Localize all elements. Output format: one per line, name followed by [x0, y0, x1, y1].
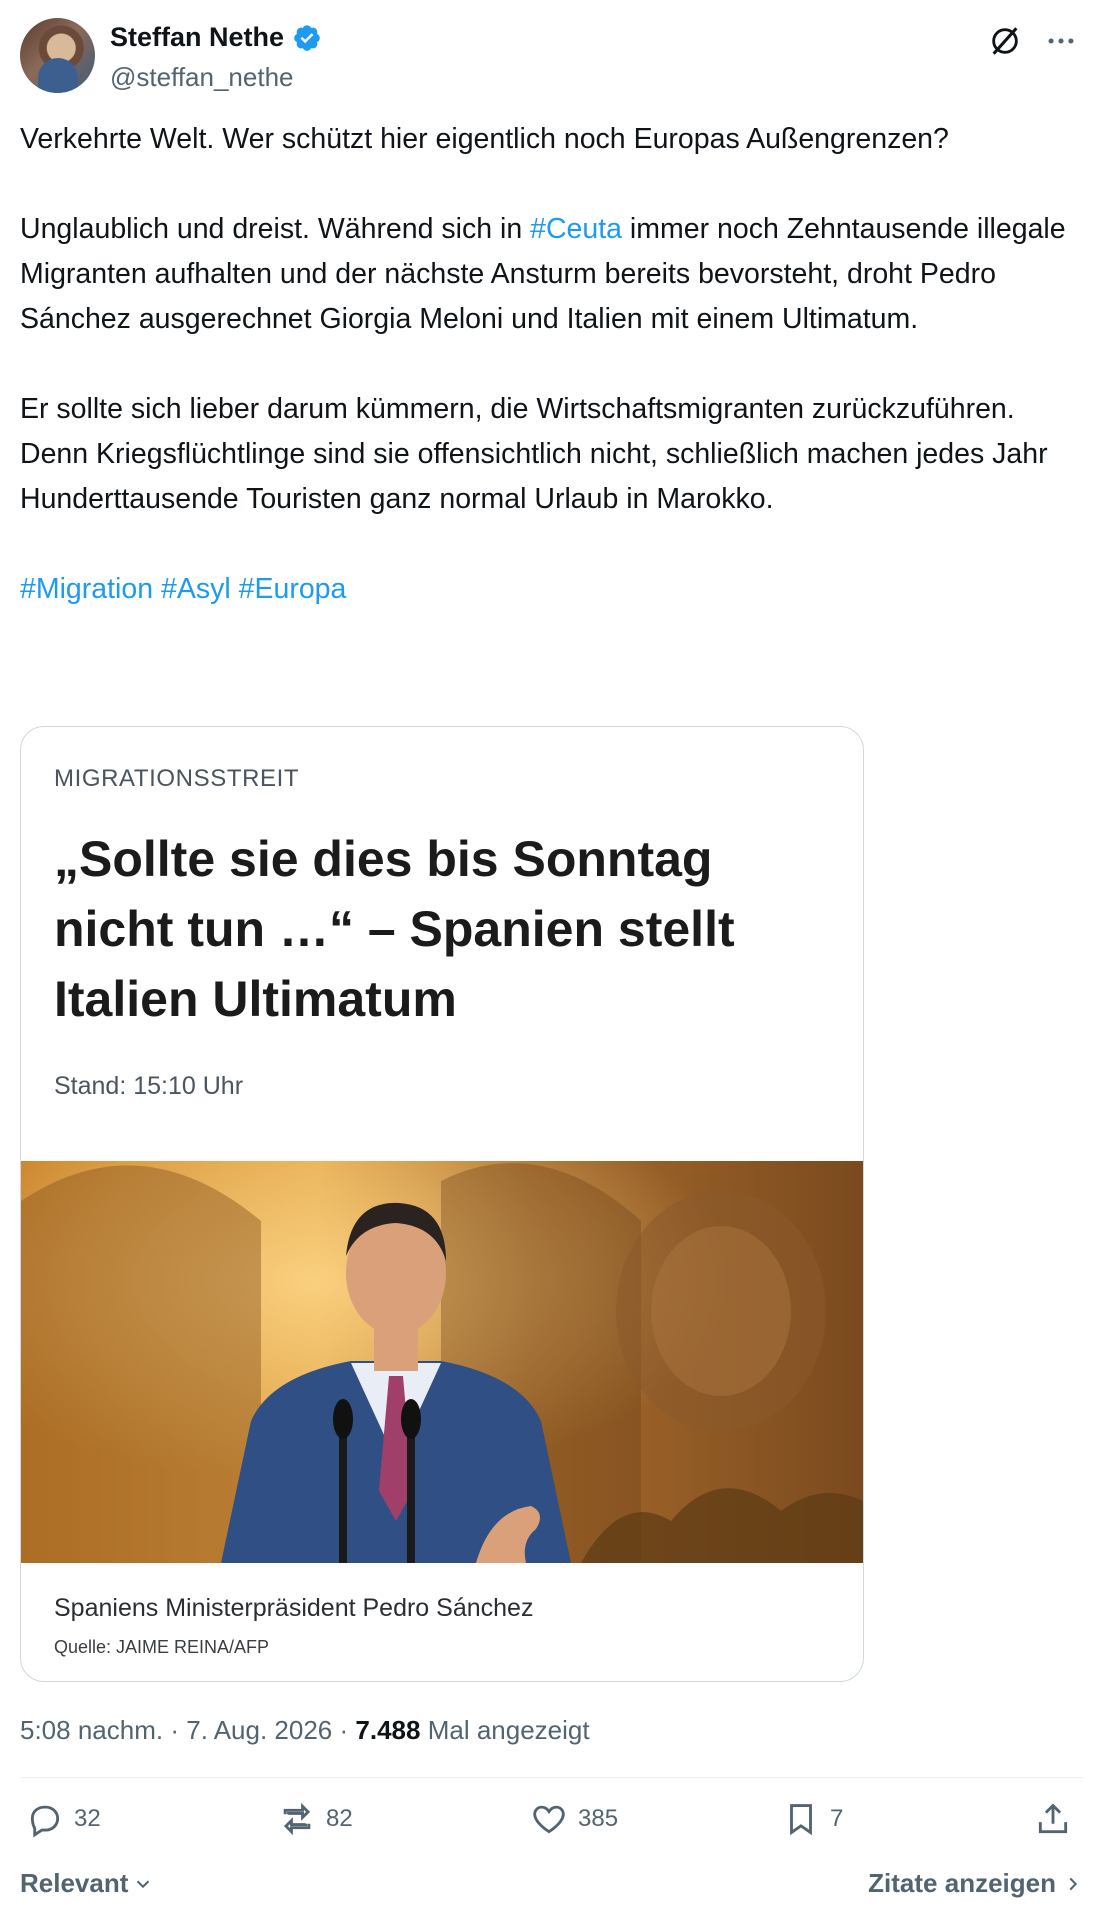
card-photo	[21, 1161, 863, 1563]
action-bar: 32 82 385 7	[20, 1800, 1084, 1860]
share-icon	[1038, 1803, 1068, 1834]
card-photo-credit: Quelle: JAIME REINA/AFP	[54, 1637, 270, 1657]
card-headline: „Sollte sie dies bis Sonntag nicht tun ……	[54, 831, 735, 1027]
reply-count: 32	[74, 1805, 101, 1832]
view-count: 7.488	[355, 1715, 421, 1745]
hashtag-link[interactable]: #Asyl	[161, 573, 231, 605]
tweet-metadata: 5:08 nachm. · 7. Aug. 2026 · 7.488 Mal a…	[20, 1715, 590, 1746]
tweet-date[interactable]: 7. Aug. 2026	[186, 1715, 332, 1745]
view-quotes-link[interactable]: Zitate anzeigen	[868, 1868, 1084, 1899]
heart-icon	[533, 1805, 565, 1834]
reply-button[interactable]: 32	[26, 1800, 101, 1838]
author-name-row: Steffan Nethe	[110, 22, 322, 53]
reply-icon	[30, 1805, 60, 1838]
tweet-text-segment: Unglaublich und dreist. Während sich in	[20, 213, 531, 245]
author-display-name[interactable]: Steffan Nethe	[110, 22, 284, 53]
chevron-right-icon	[1069, 1877, 1078, 1890]
repost-button[interactable]: 82	[278, 1800, 353, 1838]
card-photo-caption: Spaniens Ministerpräsident Pedro Sánchez	[54, 1594, 534, 1622]
tweet-text-segment	[231, 573, 239, 605]
tweet-text-segment	[153, 573, 161, 605]
sort-replies-dropdown[interactable]: Relevant	[20, 1868, 154, 1899]
tweet-header: Steffan Nethe @steffan_nethe	[20, 18, 1084, 98]
avatar[interactable]	[20, 18, 95, 93]
meta-separator: ·	[339, 1715, 349, 1745]
more-options-icon[interactable]	[1044, 24, 1078, 58]
share-button[interactable]	[1034, 1800, 1072, 1838]
tweet-text: Verkehrte Welt. Wer schützt hier eigentl…	[20, 117, 1084, 612]
hashtag-link[interactable]: #Ceuta	[530, 213, 622, 245]
divider	[20, 1777, 1084, 1778]
tweet-paragraph: Er sollte sich lieber darum kümmern, die…	[20, 387, 1084, 522]
view-count-label: Mal angezeigt	[427, 1715, 590, 1745]
link-preview-card[interactable]: MIGRATIONSSTREIT „Sollte sie dies bis So…	[20, 726, 864, 1682]
tweet-time[interactable]: 5:08 nachm.	[20, 1715, 163, 1745]
card-kicker: MIGRATIONSSTREIT	[54, 765, 300, 792]
hashtag-link[interactable]: #Europa	[239, 573, 347, 605]
bookmark-count: 7	[830, 1805, 844, 1832]
repost-icon	[283, 1802, 311, 1836]
repost-count: 82	[326, 1805, 353, 1832]
grok-icon[interactable]	[988, 24, 1022, 58]
bookmark-button[interactable]: 7	[782, 1800, 843, 1838]
view-quotes-label: Zitate anzeigen	[868, 1868, 1056, 1898]
hashtag-link[interactable]: #Migration	[20, 573, 153, 605]
card-photo-illustration	[21, 1161, 863, 1563]
verified-badge-icon	[294, 24, 320, 51]
like-button[interactable]: 385	[530, 1800, 618, 1838]
bookmark-icon	[790, 1804, 812, 1836]
sort-label: Relevant	[20, 1868, 129, 1898]
card-timestamp: Stand: 15:10 Uhr	[54, 1072, 244, 1100]
avatar-figure	[38, 58, 78, 93]
tweet-paragraph: Verkehrte Welt. Wer schützt hier eigentl…	[20, 117, 1084, 162]
like-count: 385	[578, 1805, 619, 1832]
tweet-paragraph: Unglaublich und dreist. Während sich in …	[20, 207, 1084, 342]
tweet-text-segment: Verkehrte Welt. Wer schützt hier eigentl…	[20, 123, 949, 155]
tweet-text-segment: Er sollte sich lieber darum kümmern, die…	[20, 393, 1048, 515]
author-handle[interactable]: @steffan_nethe	[110, 62, 294, 93]
tweet-paragraph: #Migration #Asyl #Europa	[20, 567, 1084, 612]
reply-footer: Relevant Zitate anzeigen	[20, 1868, 1084, 1908]
chevron-down-icon	[137, 1880, 150, 1888]
meta-separator: ·	[170, 1715, 179, 1745]
